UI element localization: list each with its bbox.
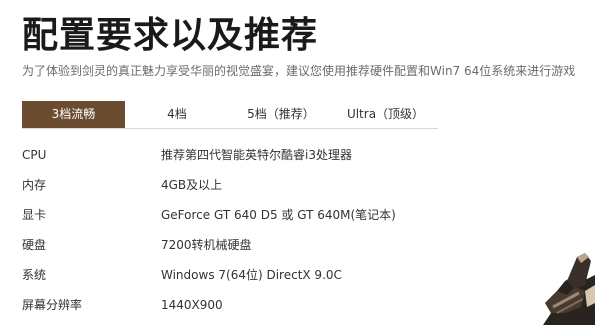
spec-table: CPU 推荐第四代智能英特尔酷睿i3处理器 内存 4GB及以上 显卡 GeFor… xyxy=(22,140,492,320)
spec-value: 推荐第四代智能英特尔酷睿i3处理器 xyxy=(161,148,352,162)
spec-row-resolution: 屏幕分辨率 1440X900 xyxy=(22,290,492,320)
spec-value: GeForce GT 640 D5 或 GT 640M(笔记本) xyxy=(161,208,396,222)
spec-row-os: 系统 Windows 7(64位) DirectX 9.0C xyxy=(22,260,492,290)
tab-tier-5[interactable]: 5档（推荐） xyxy=(229,101,333,128)
spec-row-memory: 内存 4GB及以上 xyxy=(22,170,492,200)
spec-label: 屏幕分辨率 xyxy=(22,298,83,312)
spec-value: 7200转机械硬盘 xyxy=(161,238,252,252)
spec-label: 硬盘 xyxy=(22,238,47,252)
spec-row-disk: 硬盘 7200转机械硬盘 xyxy=(22,230,492,260)
spec-value: 1440X900 xyxy=(161,298,223,312)
page-title: 配置要求以及推荐 xyxy=(22,15,319,56)
spec-label: 内存 xyxy=(22,178,47,192)
tier-tabs: 3档流畅 4档 5档（推荐） Ultra（顶级） xyxy=(22,101,438,129)
spec-label: CPU xyxy=(22,148,47,162)
tab-tier-4[interactable]: 4档 xyxy=(125,101,229,128)
tab-tier-3[interactable]: 3档流畅 xyxy=(22,101,125,128)
page-subtitle: 为了体验到剑灵的真正魅力享受华丽的视觉盛宴，建议您使用推荐硬件配置和Win7 6… xyxy=(22,64,576,78)
spec-label: 显卡 xyxy=(22,208,47,222)
spec-value: 4GB及以上 xyxy=(161,178,223,192)
spec-row-cpu: CPU 推荐第四代智能英特尔酷睿i3处理器 xyxy=(22,140,492,170)
character-artwork xyxy=(543,253,595,325)
spec-value: Windows 7(64位) DirectX 9.0C xyxy=(161,268,342,282)
spec-row-gpu: 显卡 GeForce GT 640 D5 或 GT 640M(笔记本) xyxy=(22,200,492,230)
spec-label: 系统 xyxy=(22,268,47,282)
tab-tier-ultra[interactable]: Ultra（顶级） xyxy=(333,101,438,128)
